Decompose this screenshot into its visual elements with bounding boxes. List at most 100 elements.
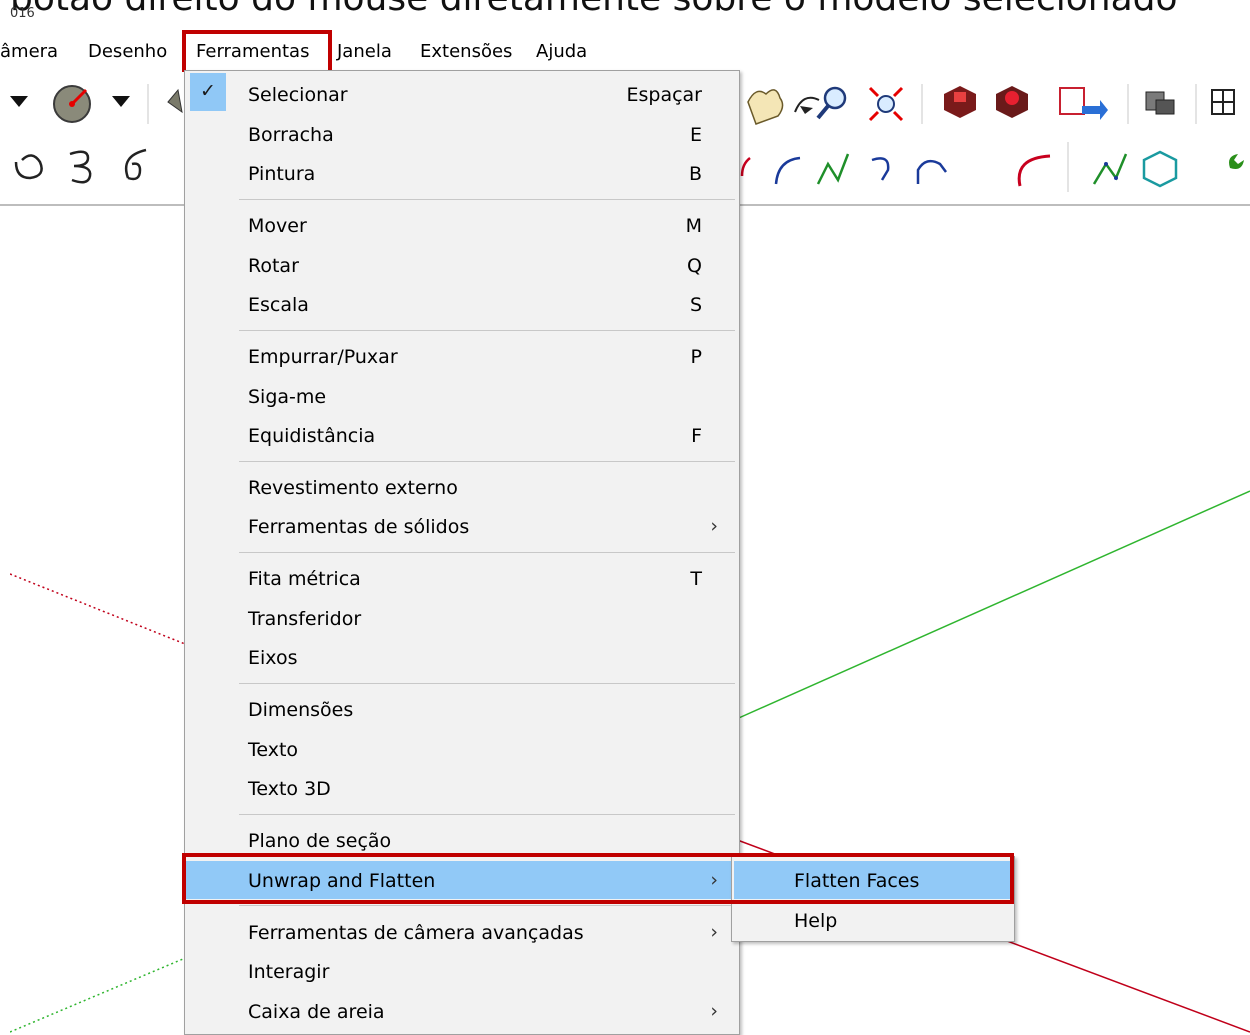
menu-item-label: Interagir [248, 961, 330, 983]
menu-item-label: Escala [248, 294, 309, 316]
protractor-icon[interactable] [53, 85, 91, 123]
menu-item-caixa-de-areia[interactable]: Caixa de areia › [186, 992, 738, 1030]
menu-separator [239, 814, 735, 815]
menu-item-rotar[interactable]: Rotar Q [186, 246, 738, 284]
menu-item-ferramentas-de-camera-avancadas[interactable]: Ferramentas de câmera avançadas › [186, 913, 738, 951]
menu-item-texto-3d[interactable]: Texto 3D [186, 769, 738, 807]
arc-segment-icon[interactable] [916, 159, 947, 184]
spiral-icon[interactable] [14, 154, 43, 180]
menu-ajuda[interactable]: Ajuda [536, 41, 587, 62]
menu-item-label: Pintura [248, 163, 316, 185]
menu-janela[interactable]: Janela [337, 41, 392, 62]
version-fragment: 016 [10, 6, 35, 21]
submenu-item-help[interactable]: Help [734, 901, 1012, 939]
unwrap-callout-box [182, 853, 1014, 904]
menu-separator [239, 199, 735, 200]
menu-item-shortcut: Espaçar [626, 84, 702, 106]
menu-item-shortcut: T [690, 568, 702, 590]
orbit-icon[interactable] [794, 96, 820, 114]
chevron-right-icon: › [710, 515, 718, 537]
arc-icon[interactable] [1017, 154, 1051, 187]
checkmark-icon: ✓ [190, 73, 226, 111]
menu-separator [239, 552, 735, 553]
arc-icon[interactable] [774, 156, 801, 185]
polyline-icon[interactable] [1092, 153, 1128, 185]
menu-item-ferramentas-de-solidos[interactable]: Ferramentas de sólidos › [186, 507, 738, 545]
menu-item-shortcut: S [689, 294, 702, 316]
wrench-icon[interactable] [1214, 154, 1244, 184]
chevron-right-icon: › [710, 921, 718, 943]
menu-item-label: Equidistância [248, 425, 376, 447]
tape-icon[interactable] [167, 88, 183, 114]
menu-separator [239, 683, 735, 684]
menu-item-label: Transferidor [248, 608, 362, 630]
menu-item-empurrar-puxar[interactable]: Empurrar/Puxar P [186, 337, 738, 375]
menu-item-label: Caixa de areia [248, 1001, 385, 1023]
ferramentas-callout-box [182, 30, 332, 74]
menu-item-label: Revestimento externo [248, 477, 458, 499]
red-axis-dotted [10, 573, 191, 647]
menu-item-label: Fita métrica [248, 568, 361, 590]
polygon-icon[interactable] [1142, 150, 1178, 188]
menu-item-shortcut: P [690, 346, 702, 368]
menu-item-label: Borracha [248, 124, 334, 146]
menu-item-equidistancia[interactable]: Equidistância F [186, 416, 738, 454]
helix-icon[interactable] [69, 150, 92, 184]
menu-separator [239, 461, 735, 462]
menu-item-escala[interactable]: Escala S [186, 285, 738, 323]
menu-item-shortcut: F [691, 425, 702, 447]
menu-camera[interactable]: âmera [0, 41, 58, 62]
menu-item-label: Dimensões [248, 699, 354, 721]
menu-item-eixos[interactable]: Eixos [186, 638, 738, 676]
polyline-icon[interactable] [816, 153, 850, 185]
menu-item-interagir[interactable]: Interagir [186, 952, 738, 990]
menu-item-dimensoes[interactable]: Dimensões [186, 690, 738, 728]
menu-item-selecionar[interactable]: ✓ Selecionar Espaçar [186, 73, 738, 113]
dropdown-arrow-icon[interactable] [112, 96, 130, 107]
menu-item-shortcut: Q [687, 255, 702, 277]
menu-item-texto[interactable]: Texto [186, 730, 738, 768]
menu-item-transferidor[interactable]: Transferidor [186, 599, 738, 637]
curve-icon[interactable] [124, 148, 147, 181]
menu-item-shortcut: B [688, 163, 702, 185]
zoom-extents-icon[interactable] [868, 86, 904, 122]
menu-item-siga-me[interactable]: Siga-me [186, 377, 738, 415]
menu-item-label: Ferramentas de sólidos [248, 516, 470, 538]
pan-hand-icon[interactable] [747, 89, 784, 125]
caption-text: botão direito do mouse diretamente sobre… [10, 0, 1178, 19]
share-model-icon[interactable] [1059, 87, 1108, 120]
menu-item-label: Texto 3D [248, 778, 331, 800]
menu-item-label: Plano de seção [248, 830, 392, 852]
arc-segment-icon[interactable] [871, 157, 890, 181]
menu-item-label: Eixos [248, 647, 298, 669]
dropdown-arrow-icon[interactable] [10, 96, 28, 107]
menu-separator [239, 905, 735, 906]
menu-item-label: Rotar [248, 255, 299, 277]
menu-item-label: Selecionar [248, 84, 348, 106]
menu-item-pintura[interactable]: Pintura B [186, 154, 738, 192]
submenu-item-label: Help [794, 910, 838, 932]
menu-item-shortcut: E [689, 124, 702, 146]
menu-desenho[interactable]: Desenho [88, 41, 167, 62]
green-axis-solid [731, 490, 1250, 722]
extension-warehouse-icon[interactable] [996, 86, 1028, 118]
menu-item-shortcut: M [685, 215, 702, 237]
menu-item-revestimento-externo[interactable]: Revestimento externo [186, 468, 738, 506]
menu-item-label: Empurrar/Puxar [248, 346, 398, 368]
section-icon[interactable] [1211, 89, 1235, 115]
green-axis-dotted [10, 955, 191, 1033]
menu-item-fita-metrica[interactable]: Fita métrica T [186, 559, 738, 597]
arc-icon[interactable] [740, 157, 751, 177]
warehouse-icon[interactable] [944, 86, 976, 118]
menu-item-label: Ferramentas de câmera avançadas [248, 922, 584, 944]
menu-separator [239, 330, 735, 331]
menu-item-label: Siga-me [248, 386, 327, 408]
zoom-icon[interactable] [816, 86, 847, 120]
menu-item-mover[interactable]: Mover M [186, 206, 738, 244]
menu-item-label: Texto [248, 739, 299, 761]
chevron-right-icon: › [710, 1000, 718, 1022]
component-icon[interactable] [1145, 91, 1175, 115]
menu-item-borracha[interactable]: Borracha E [186, 115, 738, 153]
menu-item-label: Mover [248, 215, 307, 237]
menu-extensoes[interactable]: Extensões [420, 41, 512, 62]
